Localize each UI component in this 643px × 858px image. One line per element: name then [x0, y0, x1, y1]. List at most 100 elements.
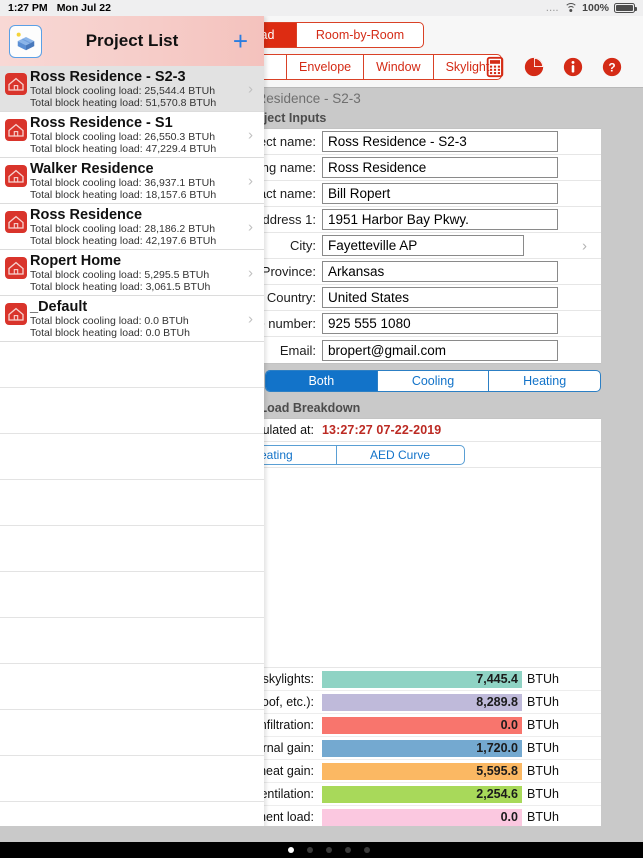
project-heating-load: Total block heating load: 18,157.6 BTUh [30, 189, 217, 201]
project-name: _Default [30, 299, 88, 315]
load-option-heating[interactable]: Heating [489, 371, 600, 391]
load-option-cooling[interactable]: Cooling [378, 371, 490, 391]
breakdown-bar: 8,289.8 [322, 693, 522, 711]
project-heating-load: Total block heating load: 47,229.4 BTUh [30, 143, 217, 155]
project-name: Ross Residence - S1 [30, 115, 173, 131]
project-cooling-load: Total block cooling load: 5,295.5 BTUh [30, 269, 210, 281]
project-cooling-load: Total block cooling load: 28,186.2 BTUh [30, 223, 216, 235]
info-icon[interactable] [562, 56, 584, 78]
project-list-item[interactable]: Ross Residence Total block cooling load: … [0, 204, 264, 250]
house-icon [5, 303, 27, 325]
project-name: Walker Residence [30, 161, 154, 177]
bottom-gray-strip [0, 826, 643, 842]
chevron-right-icon[interactable]: › [248, 172, 253, 189]
field-input[interactable]: bropert@gmail.com [322, 339, 558, 361]
project-name: Ross Residence - S2-3 [30, 69, 186, 85]
chevron-right-icon[interactable]: › [248, 80, 253, 97]
breakdown-bar-wrap: 7,445.4 [322, 670, 522, 688]
page-dot[interactable] [307, 847, 313, 853]
breakdown-bar: 5,595.8 [322, 762, 522, 780]
house-icon [5, 165, 27, 187]
empty-list-row [0, 572, 264, 618]
page-dot[interactable] [364, 847, 370, 853]
breakdown-bar: 7,445.4 [322, 670, 522, 688]
empty-list-row [0, 434, 264, 480]
page-dot[interactable] [288, 847, 294, 853]
project-cooling-load: Total block cooling load: 36,937.1 BTUh [30, 177, 216, 189]
project-list-item[interactable]: Walker Residence Total block cooling load… [0, 158, 264, 204]
breakdown-bar: 0.0 [322, 808, 522, 826]
tab-envelope[interactable]: Envelope [287, 55, 365, 79]
load-option-both[interactable]: Both [266, 371, 378, 391]
status-time: 1:27 PM [8, 2, 48, 14]
project-cooling-load: Total block cooling load: 25,544.4 BTUh [30, 85, 216, 97]
house-icon [5, 73, 27, 95]
pie-chart-icon[interactable] [523, 56, 545, 78]
field-input[interactable]: Arkansas [322, 261, 558, 282]
chevron-right-icon[interactable]: › [248, 126, 253, 143]
plus-icon[interactable]: + [233, 28, 248, 54]
breakdown-unit: BTUh [527, 810, 559, 824]
tab-window[interactable]: Window [364, 55, 434, 79]
empty-list-row [0, 526, 264, 572]
tab-room-by-room[interactable]: Room-by-Room [297, 23, 423, 47]
tab-aed-curve[interactable]: AED Curve [337, 446, 464, 464]
project-cooling-load: Total block cooling load: 26,550.3 BTUh [30, 131, 216, 143]
sidebar-header: Project List + [0, 16, 264, 66]
breakdown-unit: BTUh [527, 764, 559, 778]
field-input[interactable]: Fayetteville AP [322, 235, 524, 256]
field-input[interactable]: 1951 Harbor Bay Pkwy. [322, 209, 558, 230]
status-date: Mon Jul 22 [56, 2, 111, 14]
empty-list-row [0, 664, 264, 710]
chevron-right-icon[interactable]: › [248, 310, 253, 327]
chevron-right-icon[interactable]: › [582, 237, 587, 254]
field-input[interactable]: Ross Residence - S2-3 [322, 131, 558, 152]
building-block-icon[interactable] [9, 25, 42, 58]
breakdown-bar-wrap: 0.0 [322, 808, 522, 826]
project-list: Ross Residence - S2-3 Total block cooling… [0, 66, 264, 342]
project-list-item[interactable]: _Default Total block cooling load: 0.0 BT… [0, 296, 264, 342]
breakdown-bar-wrap: 0.0 [322, 716, 522, 734]
field-input[interactable]: Ross Residence [322, 157, 558, 178]
field-input[interactable]: 925 555 1080 [322, 313, 558, 334]
field-input[interactable]: United States [322, 287, 558, 308]
empty-list-row [0, 480, 264, 526]
page-indicator-dots[interactable] [288, 847, 370, 853]
calculator-icon[interactable] [484, 56, 506, 78]
load-type-selector[interactable]: Both Cooling Heating [265, 370, 601, 392]
field-input[interactable]: Bill Ropert [322, 183, 558, 204]
breakdown-bar: 0.0 [322, 716, 522, 734]
breakdown-bar: 1,720.0 [322, 739, 522, 757]
signal-dots-icon: .... [546, 3, 560, 13]
project-list-item[interactable]: Ross Residence - S1 Total block cooling l… [0, 112, 264, 158]
breakdown-bar-wrap: 2,254.6 [322, 785, 522, 803]
chevron-right-icon[interactable]: › [248, 218, 253, 235]
toolbar-icon-group: ? [484, 56, 623, 78]
home-bar [0, 842, 643, 858]
status-right: .... 100% [546, 2, 643, 14]
project-list-item[interactable]: Ropert Home Total block cooling load: 5,2… [0, 250, 264, 296]
svg-text:?: ? [608, 61, 615, 75]
project-name: Ross Residence [30, 207, 143, 223]
project-heating-load: Total block heating load: 51,570.8 BTUh [30, 97, 217, 109]
project-heating-load: Total block heating load: 3,061.5 BTUh [30, 281, 211, 293]
breakdown-bar-wrap: 1,720.0 [322, 739, 522, 757]
help-icon[interactable]: ? [601, 56, 623, 78]
project-heating-load: Total block heating load: 0.0 BTUh [30, 327, 190, 339]
project-list-item[interactable]: Ross Residence - S2-3 Total block cooling… [0, 66, 264, 112]
project-cooling-load: Total block cooling load: 0.0 BTUh [30, 315, 189, 327]
battery-percent: 100% [582, 2, 609, 14]
house-icon [5, 211, 27, 233]
project-list-sidebar: Project List + Ross Residence - S2-3 Tota… [0, 16, 264, 842]
empty-list-row [0, 388, 264, 434]
breakdown-unit: BTUh [527, 672, 559, 686]
chevron-right-icon[interactable]: › [248, 264, 253, 281]
house-icon [5, 257, 27, 279]
empty-list-row [0, 342, 264, 388]
empty-list-row [0, 756, 264, 802]
status-left: 1:27 PM Mon Jul 22 [0, 2, 111, 14]
page-dot[interactable] [326, 847, 332, 853]
breakdown-unit: BTUh [527, 741, 559, 755]
page-dot[interactable] [345, 847, 351, 853]
empty-list-row [0, 710, 264, 756]
